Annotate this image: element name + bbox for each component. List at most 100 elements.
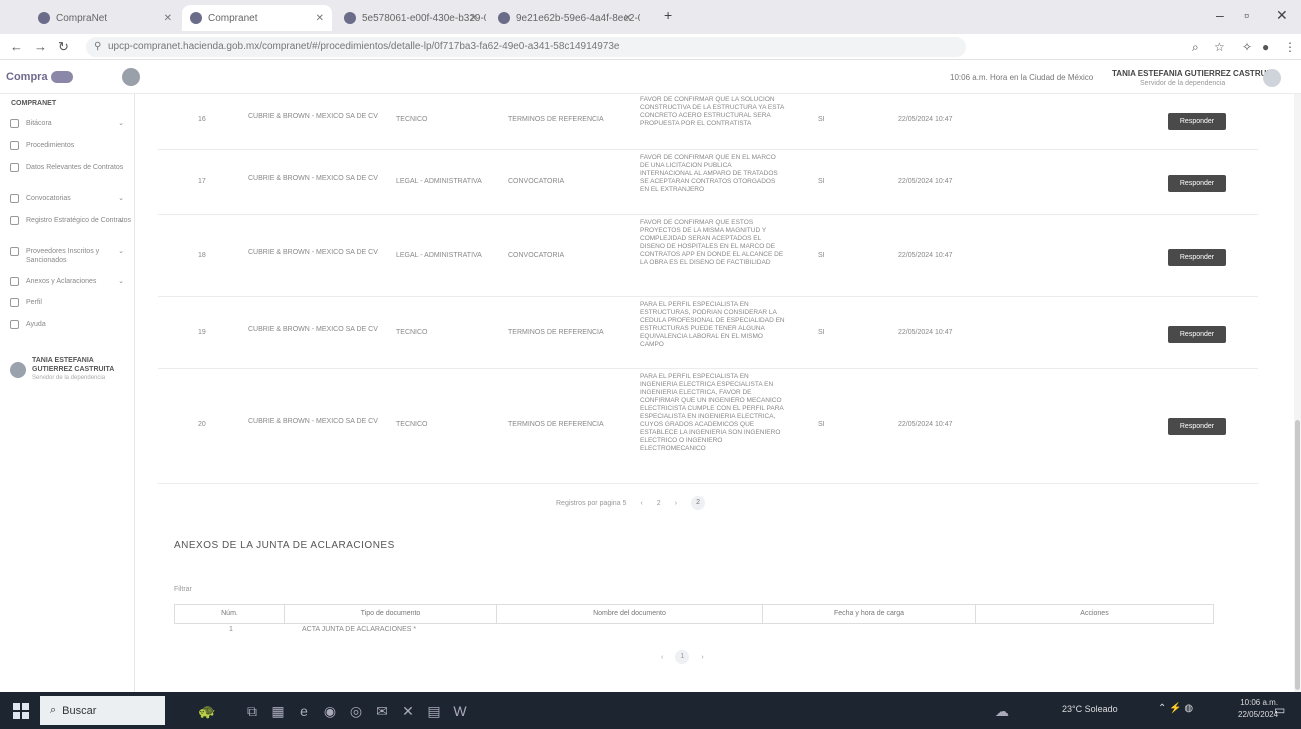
column-header[interactable]: Núm. [175,605,285,623]
word-icon[interactable]: W [450,701,470,721]
minimize-icon[interactable]: – [1216,7,1224,23]
bookmark-star-icon[interactable]: ☆ [1214,40,1225,54]
compranet-logo[interactable]: Compra [6,68,114,86]
row-question: FAVOR DE CONFIRMAR QUE EN EL MARCO DE UN… [640,154,778,193]
profile-icon[interactable]: ● [1262,40,1269,54]
pagination-prev-icon[interactable]: ‹ [661,654,663,661]
sidebar-item-datos-relevantes[interactable]: Datos Relevantes de Contratos [10,163,132,172]
user-avatar[interactable] [1263,69,1281,87]
annex-type: ACTA JUNTA DE ACLARACIONES * [302,626,417,633]
row-type: TECNICO [396,421,428,428]
responder-button[interactable]: Responder [1168,175,1226,192]
chevron-down-icon: ⌄ [118,248,124,255]
sidebar-user[interactable]: TANIA ESTEFANIA GUTIERREZ CASTRUITA Serv… [10,356,132,382]
row-type: LEGAL - ADMINISTRATIVA [396,252,482,259]
window-close-icon[interactable]: ✕ [1276,7,1288,24]
responder-button[interactable]: Responder [1168,249,1226,266]
pagination-page[interactable]: 2 [657,500,661,507]
row-section: TERMINOS DE REFERENCIA [508,116,604,123]
column-header[interactable]: Tipo de documento [285,605,497,623]
pagination-current[interactable]: 2 [691,496,706,510]
reload-icon[interactable]: ↻ [58,39,69,55]
chrome-icon[interactable]: ◉ [320,701,340,721]
task-view-icon[interactable]: ⧉ [242,701,262,721]
pagination-next-icon[interactable]: › [675,500,677,507]
weather-widget[interactable]: 23°C Soleado [1062,704,1118,714]
extensions-icon[interactable]: ✧ [1242,40,1252,54]
turtle-widget-icon[interactable]: 🐢 [190,701,224,721]
table-row: 17 CUBRIE & BROWN - MEXICO SA DE CV LEGA… [158,150,1258,215]
browser-tab[interactable]: 5e578061-e00f-430e-b329-01 ✕ [336,5,486,31]
windows-start-icon[interactable] [13,703,29,719]
sidebar-item-convocatorias[interactable]: Convocatorias ⌄ [10,194,132,203]
browser-toolbar: ← → ↻ ⚲ upcp-compranet.hacienda.gob.mx/co… [0,34,1301,60]
close-icon[interactable]: ✕ [470,13,478,24]
row-number: 16 [198,116,206,123]
pagination-prev-icon[interactable]: ‹ [640,500,642,507]
pagination-current[interactable]: 1 [675,650,690,664]
new-tab-icon[interactable]: + [664,7,672,23]
close-icon[interactable]: ✕ [164,13,172,24]
sidebar-item-perfil[interactable]: Perfil [10,298,132,307]
app-header: Compra 10:06 a.m. Hora en la Ciudad de M… [0,60,1301,94]
browser-tab[interactable]: CompraNet ✕ [30,5,180,31]
pagination-next-icon[interactable]: › [701,654,703,661]
file-explorer-icon[interactable]: ▦ [268,701,288,721]
row-flag: SI [818,252,825,259]
zoom-icon[interactable]: ⌕ [1192,40,1199,55]
powerpoint-icon[interactable]: ▤ [424,701,444,721]
row-date: 22/05/2024 10:47 [898,116,953,123]
menu-toggle-icon[interactable] [122,68,140,86]
system-tray-icon[interactable]: ⌃ ⚡ ◍ [1158,703,1193,714]
notifications-icon[interactable]: ▭ [1274,703,1285,717]
column-header[interactable]: Fecha y hora de carga [763,605,976,623]
sidebar-user-role: Servidor de la dependencia [32,375,106,381]
sidebar-item-anexos[interactable]: Anexos y Aclaraciones ⌄ [10,277,132,286]
browser-tab-active[interactable]: Compranet ✕ [182,5,332,31]
responder-button[interactable]: Responder [1168,418,1226,435]
datos-icon [10,163,19,172]
row-provider: CUBRIE & BROWN - MEXICO SA DE CV [248,175,378,182]
row-type: TECNICO [396,116,428,123]
edge-icon[interactable]: e [294,701,314,721]
responder-button[interactable]: Responder [1168,113,1226,130]
scrollbar-thumb[interactable] [1295,420,1300,690]
sidebar-item-ayuda[interactable]: Ayuda [10,320,132,329]
close-icon[interactable]: ✕ [624,13,632,24]
sidebar-item-proveedores[interactable]: Proveedores Inscritos y Sancionados ⌄ [10,247,132,265]
chrome-profile-icon[interactable]: ◎ [346,701,366,721]
forward-icon[interactable]: → [34,39,47,54]
bitacora-icon [10,119,19,128]
row-section: TERMINOS DE REFERENCIA [508,329,604,336]
column-header[interactable]: Nombre del documento [497,605,763,623]
sidebar-item-bitacora[interactable]: Bitácora ⌄ [10,119,132,128]
annexes-title: ANEXOS DE LA JUNTA DE ACLARACIONES [174,540,395,551]
taskbar-search[interactable]: ⌕ Buscar [40,696,165,725]
header-user-name[interactable]: TANIA ESTEFANIA GUTIERREZ CASTRUITA [1112,69,1279,78]
sidebar-item-procedimientos[interactable]: Procedimientos [10,141,132,150]
menu-kebab-icon[interactable]: ⋮ [1284,40,1296,54]
outlook-icon[interactable]: ✉ [372,701,392,721]
back-icon[interactable]: ← [10,39,23,54]
maximize-icon[interactable]: ▫ [1244,7,1249,23]
close-icon[interactable]: ✕ [316,13,324,24]
site-info-icon[interactable]: ⚲ [94,41,101,52]
row-flag: SI [818,178,825,185]
excel-icon[interactable]: ✕ [398,701,418,721]
row-provider: CUBRIE & BROWN - MEXICO SA DE CV [248,249,378,256]
sidebar-item-registro[interactable]: Registro Estratégico de Contratos ⌄ [10,216,132,225]
pagination-summary: Registros por pagina 5 [556,499,627,507]
onedrive-icon[interactable]: ☁ [992,701,1012,721]
table-row: 20 CUBRIE & BROWN - MEXICO SA DE CV TECN… [158,369,1258,484]
convocatorias-icon [10,194,19,203]
browser-tabstrip: CompraNet ✕ Compranet ✕ 5e578061-e00f-430e… [0,0,1301,34]
chevron-down-icon: ⌄ [118,195,124,202]
row-provider: CUBRIE & BROWN - MEXICO SA DE CV [248,418,378,425]
responder-button[interactable]: Responder [1168,326,1226,343]
registro-icon [10,216,19,225]
browser-tab[interactable]: 9e21e62b-59e6-4a4f-8ee2-025✕ [490,5,640,31]
filter-field[interactable]: Filtrar [174,586,192,593]
address-bar[interactable]: ⚲ upcp-compranet.hacienda.gob.mx/comprane… [86,37,966,57]
taskbar-clock[interactable]: 10:06 a.m. 22/05/2024 [1238,697,1278,721]
row-section: CONVOCATORIA [508,178,565,185]
